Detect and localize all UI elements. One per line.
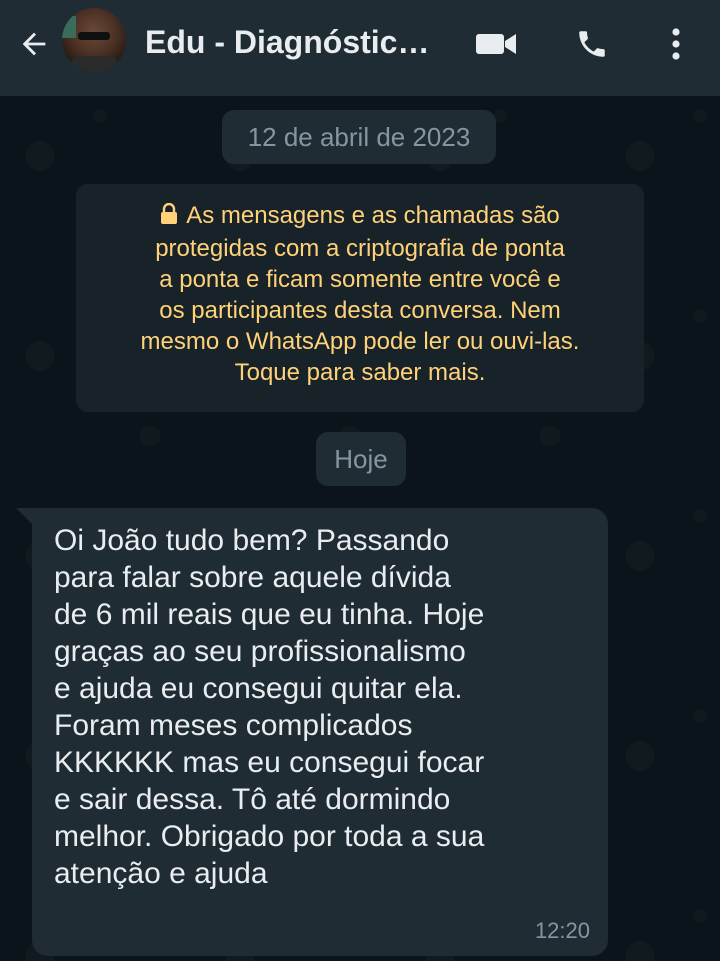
- encryption-notice-line: mesmo o WhatsApp pode ler ou ouvi-las.: [140, 328, 580, 355]
- contact-avatar[interactable]: [62, 8, 126, 72]
- contact-name[interactable]: Edu - Diagnóstic…: [145, 24, 429, 61]
- more-vertical-icon: [672, 28, 680, 60]
- message-time: 12:20: [534, 918, 590, 943]
- back-button[interactable]: [14, 24, 54, 64]
- encryption-notice-line: os participantes desta conversa. Nem: [159, 297, 561, 324]
- video-call-button[interactable]: [474, 22, 518, 66]
- incoming-message-bubble[interactable]: Oi João tudo bem? Passando para falar so…: [32, 508, 608, 956]
- chat-header: Edu - Diagnóstic…: [0, 0, 720, 96]
- encryption-notice-line: a ponta e ficam somente entre você e: [159, 266, 561, 293]
- lock-icon: [160, 202, 178, 233]
- encryption-notice-line: As mensagens e as chamadas são: [90, 200, 630, 233]
- menu-button[interactable]: [654, 22, 698, 66]
- date-separator: 12 de abril de 2023: [222, 110, 496, 164]
- message-text: Oi João tudo bem? Passando para falar so…: [54, 524, 485, 890]
- chat-area[interactable]: 12 de abril de 2023 As mensagens e as ch…: [0, 96, 720, 961]
- today-separator: Hoje: [316, 432, 406, 486]
- arrow-left-icon: [22, 32, 46, 56]
- voice-call-button[interactable]: [570, 22, 614, 66]
- encryption-notice-line: protegidas com a criptografia de ponta: [155, 235, 565, 262]
- encryption-notice[interactable]: As mensagens e as chamadas são protegida…: [76, 184, 644, 412]
- video-call-icon: [476, 34, 516, 54]
- encryption-notice-link[interactable]: Toque para saber mais.: [90, 357, 630, 388]
- phone-icon: [579, 31, 605, 57]
